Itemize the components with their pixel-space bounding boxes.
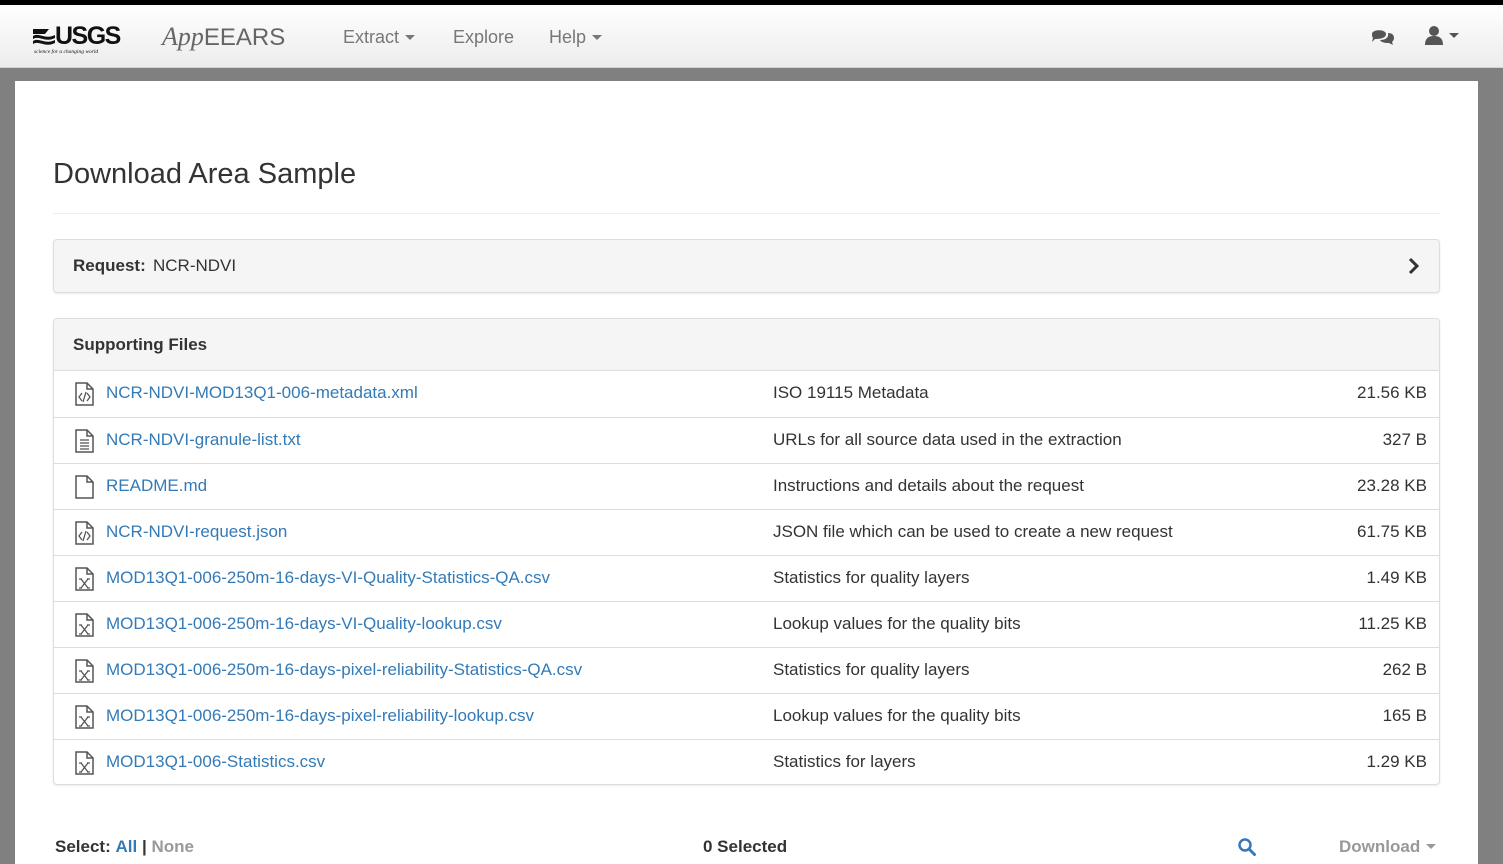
excel-file-icon xyxy=(75,613,94,637)
excel-file-icon xyxy=(75,567,94,591)
download-button[interactable]: Download xyxy=(1339,837,1437,857)
select-label: Select: xyxy=(55,837,111,856)
nav-explore-label: Explore xyxy=(453,27,515,47)
code-file-icon xyxy=(75,382,94,406)
brand-suffix: EEARS xyxy=(203,24,286,51)
caret-down-icon xyxy=(1449,33,1459,38)
file-size: 327 B xyxy=(1382,430,1427,449)
chevron-right-icon xyxy=(1408,257,1420,275)
caret-down-icon xyxy=(592,35,603,40)
file-name-link[interactable]: README.md xyxy=(106,476,207,496)
user-icon xyxy=(1425,26,1443,45)
download-label: Download xyxy=(1339,837,1421,856)
nav-extract-label: Extract xyxy=(343,27,400,47)
selected-count: 0 Selected xyxy=(703,837,788,856)
user-menu[interactable] xyxy=(1425,25,1459,47)
file-row: MOD13Q1-006-250m-16-days-VI-Quality-Stat… xyxy=(54,555,1439,601)
supporting-files-panel: Supporting Files NCR-NDVI-MOD13Q1-006-me… xyxy=(53,318,1440,785)
file-size: 1.49 KB xyxy=(1366,568,1428,587)
file-row: NCR-NDVI-request.json JSON file which can… xyxy=(54,509,1439,555)
code-file-icon xyxy=(75,521,94,545)
file-size: 262 B xyxy=(1382,660,1427,679)
usgs-logo-mark: USGS xyxy=(33,22,121,50)
select-separator: | xyxy=(141,837,147,856)
nav-extract[interactable]: Extract xyxy=(343,26,416,48)
usgs-wave-icon xyxy=(33,29,55,45)
file-description: JSON file which can be used to create a … xyxy=(773,522,1173,541)
file-row: MOD13Q1-006-Statistics.csv Statistics for… xyxy=(54,739,1439,785)
title-divider xyxy=(53,213,1440,214)
file-description: Instructions and details about the reque… xyxy=(773,476,1084,495)
page-title: Download Area Sample xyxy=(53,158,357,190)
file-name-link[interactable]: NCR-NDVI-granule-list.txt xyxy=(106,430,301,450)
main-content: Download Area Sample Request: NCR-NDVI S… xyxy=(15,81,1478,864)
usgs-logo[interactable]: USGS science for a changing world xyxy=(33,23,121,57)
supporting-files-title: Supporting Files xyxy=(73,335,208,354)
nav-explore[interactable]: Explore xyxy=(453,26,514,48)
file-description: Statistics for quality layers xyxy=(773,660,970,679)
file-size: 165 B xyxy=(1382,706,1427,725)
caret-down-icon xyxy=(405,35,416,40)
nav-help[interactable]: Help xyxy=(549,26,603,48)
brand-prefix: App xyxy=(162,22,204,51)
excel-file-icon xyxy=(75,659,94,683)
file-description: Statistics for quality layers xyxy=(773,568,970,587)
file-name-link[interactable]: NCR-NDVI-request.json xyxy=(106,522,287,542)
request-value: NCR-NDVI xyxy=(153,256,237,275)
nav-help-label: Help xyxy=(549,27,587,47)
comments-icon[interactable] xyxy=(1371,27,1395,47)
excel-file-icon xyxy=(75,751,94,775)
file-name-link[interactable]: MOD13Q1-006-250m-16-days-VI-Quality-look… xyxy=(106,614,502,634)
caret-down-icon xyxy=(1426,844,1437,849)
file-size: 61.75 KB xyxy=(1357,522,1427,541)
blank-file-icon xyxy=(75,475,94,499)
file-name-link[interactable]: NCR-NDVI-MOD13Q1-006-metadata.xml xyxy=(106,383,418,403)
usgs-tagline: science for a changing world xyxy=(34,49,99,55)
file-description: URLs for all source data used in the ext… xyxy=(773,430,1122,449)
text-file-icon xyxy=(75,429,94,453)
select-controls: Select: All | None xyxy=(55,837,194,857)
excel-file-icon xyxy=(75,705,94,729)
supporting-files-heading: Supporting Files xyxy=(54,319,1439,371)
file-size: 23.28 KB xyxy=(1357,476,1427,495)
appeears-brand[interactable]: AppEEARS xyxy=(162,23,285,52)
file-row: NCR-NDVI-granule-list.txt URLs for all so… xyxy=(54,417,1439,463)
select-none-link[interactable]: None xyxy=(151,837,194,856)
request-label: Request: xyxy=(73,256,146,275)
file-name-link[interactable]: MOD13Q1-006-250m-16-days-pixel-reliabili… xyxy=(106,706,534,726)
file-size: 1.29 KB xyxy=(1366,752,1428,771)
usgs-logo-text: USGS xyxy=(55,22,121,50)
file-row: NCR-NDVI-MOD13Q1-006-metadata.xml ISO 191… xyxy=(54,371,1439,417)
file-size: 21.56 KB xyxy=(1357,383,1427,402)
file-description: Lookup values for the quality bits xyxy=(773,706,1021,725)
file-name-link[interactable]: MOD13Q1-006-250m-16-days-VI-Quality-Stat… xyxy=(106,568,550,588)
file-description: ISO 19115 Metadata xyxy=(773,383,929,402)
file-name-link[interactable]: MOD13Q1-006-Statistics.csv xyxy=(106,752,325,772)
select-all-link[interactable]: All xyxy=(115,837,137,856)
file-row: MOD13Q1-006-250m-16-days-pixel-reliabili… xyxy=(54,647,1439,693)
file-row: MOD13Q1-006-250m-16-days-VI-Quality-look… xyxy=(54,601,1439,647)
file-description: Lookup values for the quality bits xyxy=(773,614,1021,633)
file-size: 11.25 KB xyxy=(1358,614,1427,633)
navbar: USGS science for a changing world AppEEA… xyxy=(0,5,1503,68)
request-panel[interactable]: Request: NCR-NDVI xyxy=(53,239,1440,293)
file-row: README.md Instructions and details about … xyxy=(54,463,1439,509)
file-name-link[interactable]: MOD13Q1-006-250m-16-days-pixel-reliabili… xyxy=(106,660,582,680)
file-description: Statistics for layers xyxy=(773,752,916,771)
file-row: MOD13Q1-006-250m-16-days-pixel-reliabili… xyxy=(54,693,1439,739)
search-icon[interactable] xyxy=(1238,838,1256,856)
